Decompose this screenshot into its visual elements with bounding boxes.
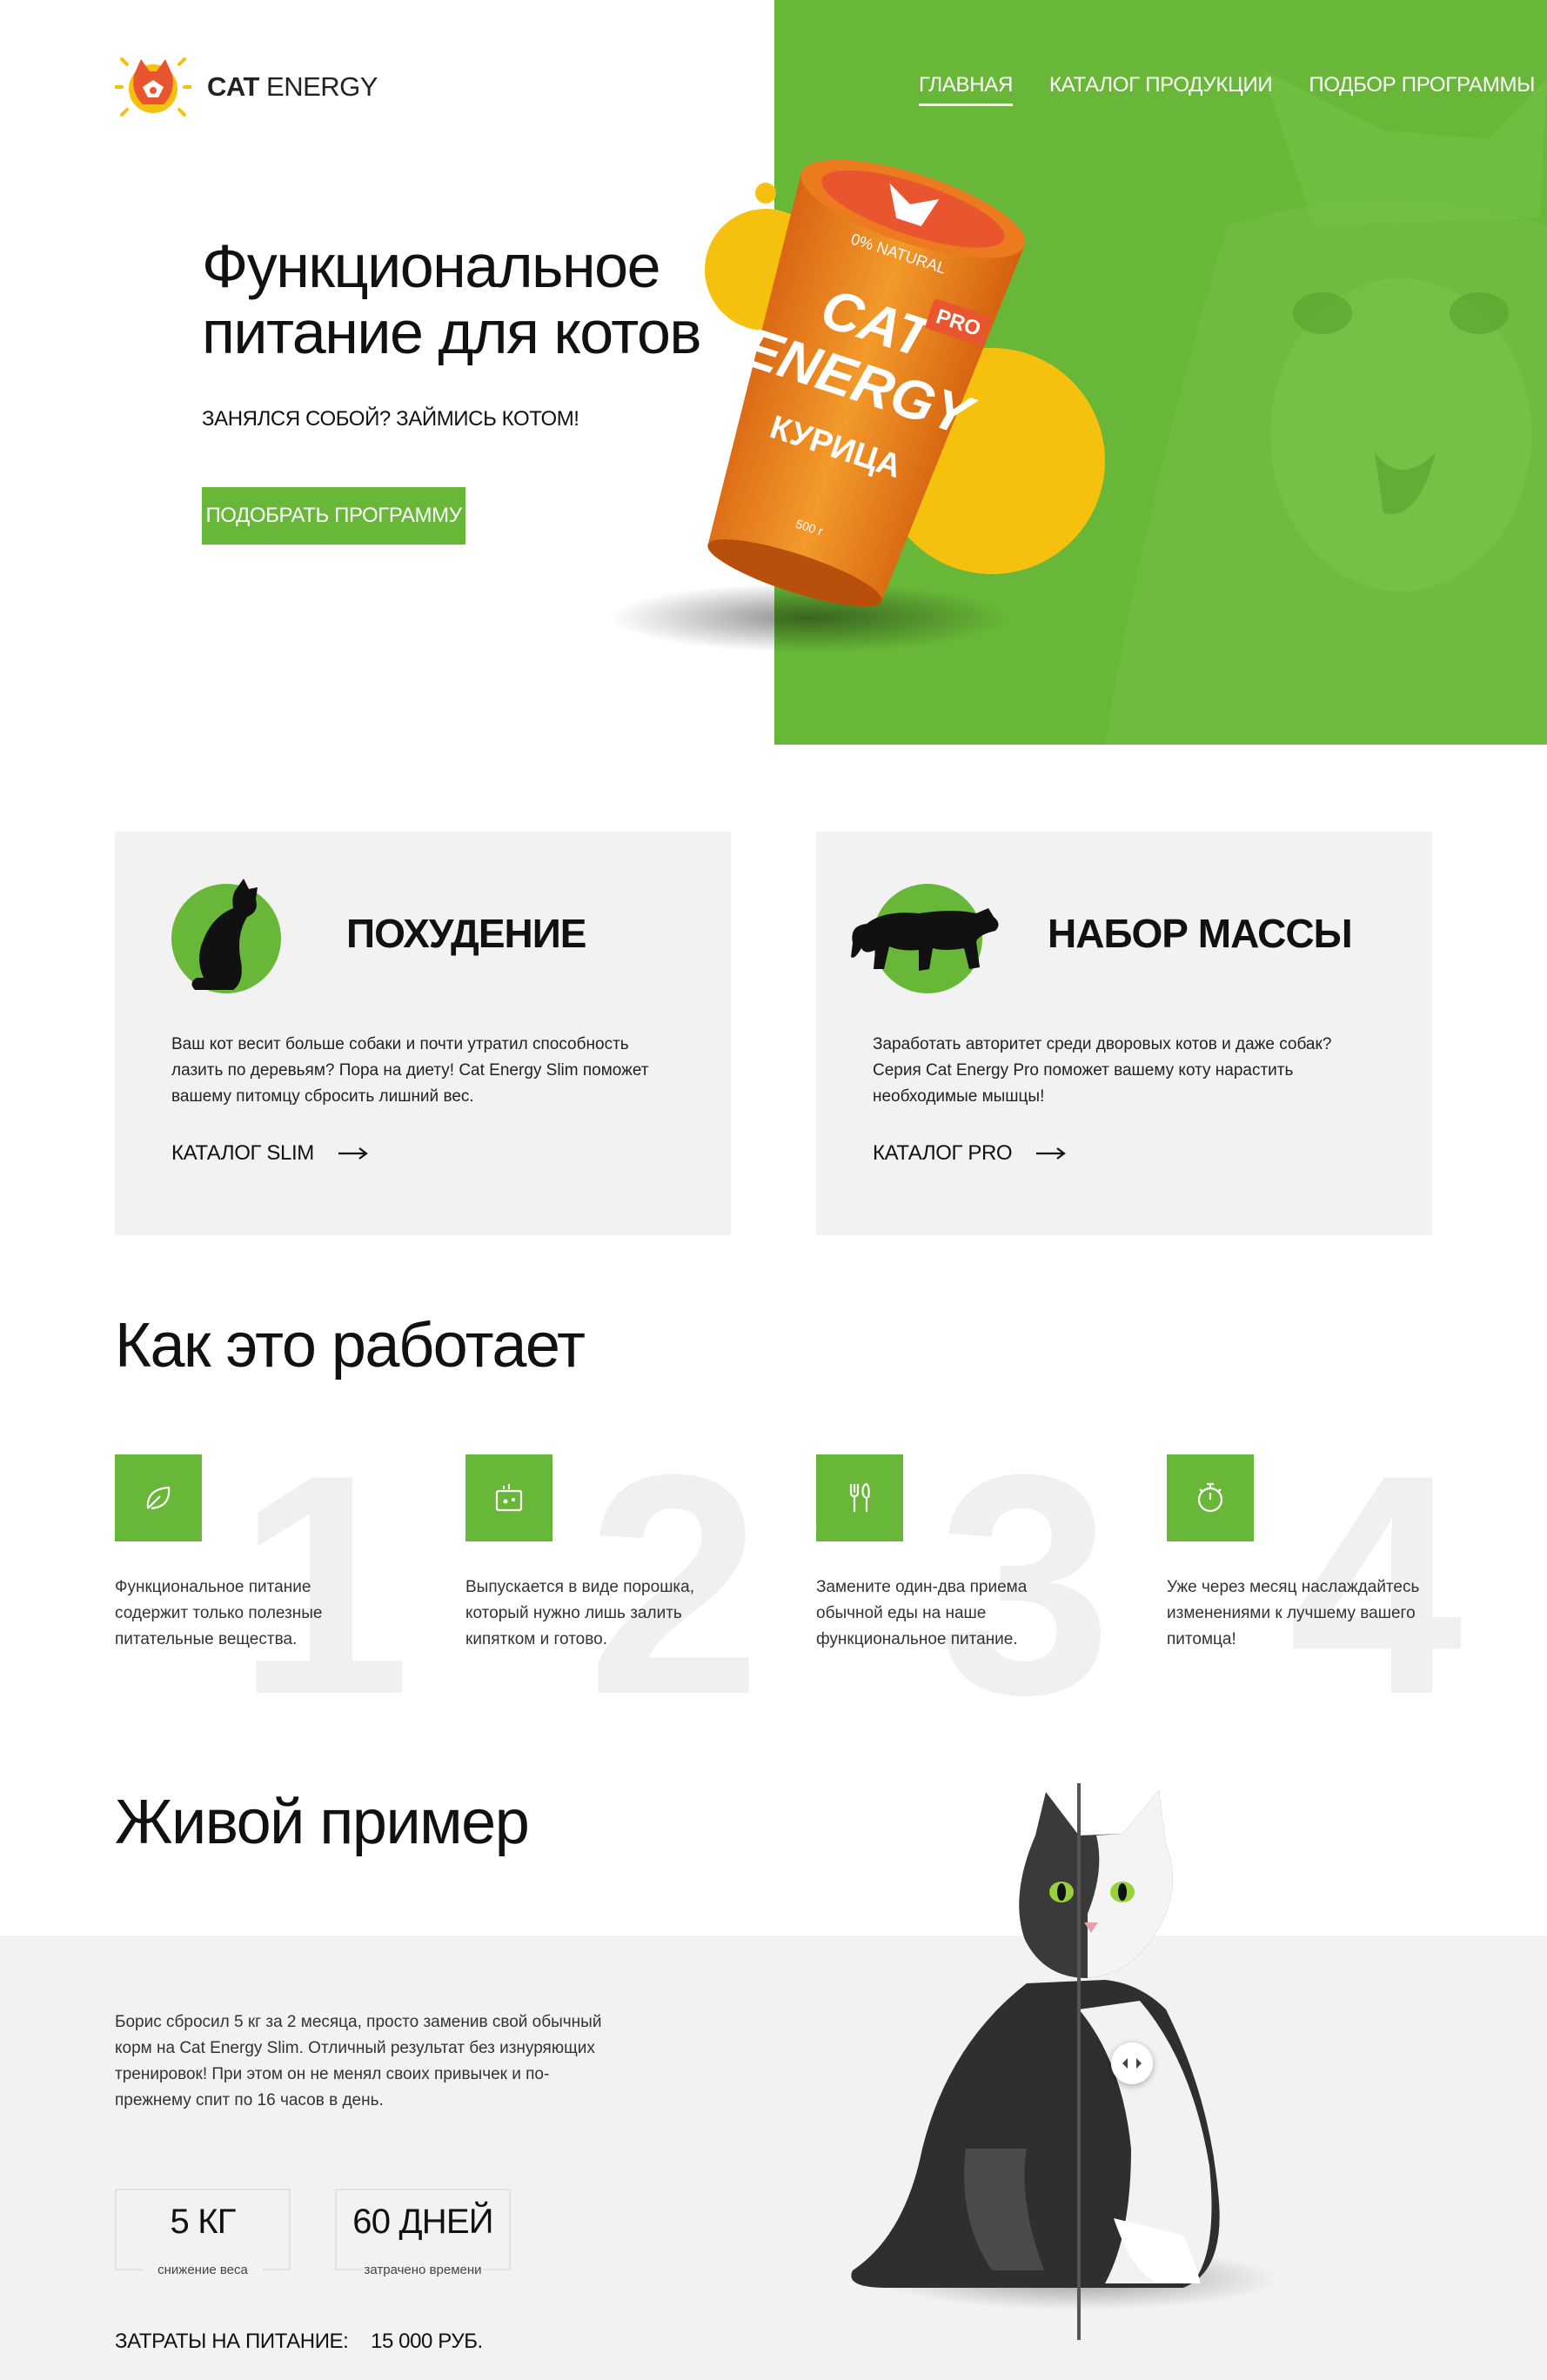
- nav-item-home[interactable]: ГЛАВНАЯ: [919, 73, 1013, 106]
- fork-spoon-icon: [816, 1454, 903, 1541]
- step-2: 2 Выпускается в виде порошка, который ну…: [465, 1428, 761, 1742]
- example-text: Борис сбросил 5 кг за 2 месяца, просто з…: [115, 2013, 602, 2109]
- hero-subtitle: ЗАНЯЛСЯ СОБОЙ? ЗАЙМИСЬ КОТОМ!: [202, 407, 579, 431]
- catalog-slim-label: КАТАЛОГ SLIM: [171, 1141, 314, 1165]
- stat-weight: 5 КГ снижение веса: [115, 2189, 291, 2277]
- catalog-pro-link[interactable]: КАТАЛОГ PRO: [873, 1141, 1067, 1166]
- cost-value: 15 000 РУБ.: [371, 2330, 483, 2353]
- step-text: Функциональное питание содержит только п…: [115, 1578, 323, 1648]
- step-1: 1 Функциональное питание содержит только…: [115, 1428, 411, 1742]
- step-text: Уже через месяц наслаждайтесь изменениям…: [1167, 1578, 1420, 1648]
- arrow-right-icon: [338, 1147, 368, 1160]
- program-text-slim: Ваш кот весит больше собаки и почти утра…: [171, 1035, 649, 1106]
- nav-item-program[interactable]: ПОДБОР ПРОГРАММЫ: [1309, 73, 1535, 106]
- product-jar-image: CAT ENERGY PRO 0% NATURAL КУРИЦА 500 г: [609, 159, 1105, 652]
- main-nav: ГЛАВНАЯ КАТАЛОГ ПРОДУКЦИИ ПОДБОР ПРОГРАМ…: [919, 73, 1535, 106]
- example-title: Живой пример: [115, 1788, 530, 1857]
- program-title-pro: НАБОР МАССЫ: [1048, 911, 1353, 956]
- stat-label: снижение веса: [143, 2263, 263, 2277]
- logo[interactable]: CAT ENERGY: [115, 54, 378, 120]
- panther-icon: [851, 908, 999, 971]
- logo-text: CAT ENERGY: [207, 71, 378, 102]
- stat-label: затрачено времени: [363, 2263, 483, 2277]
- catalog-slim-link[interactable]: КАТАЛОГ SLIM: [171, 1141, 368, 1166]
- nav-item-catalog[interactable]: КАТАЛОГ ПРОДУКЦИИ: [1049, 73, 1273, 106]
- program-text-pro: Заработать авторитет среди дворовых кото…: [873, 1035, 1332, 1106]
- program-title-slim: ПОХУДЕНИЕ: [346, 911, 586, 956]
- cat-logo-icon: [115, 57, 191, 117]
- step-text: Выпускается в виде порошка, который нужн…: [465, 1578, 695, 1648]
- how-it-works-title: Как это работает: [115, 1311, 586, 1381]
- kettle-icon: [465, 1454, 552, 1541]
- program-card-slim: ПОХУДЕНИЕ Ваш кот весит больше собаки и …: [115, 832, 731, 1235]
- comparison-slider-handle[interactable]: [1111, 2042, 1153, 2084]
- step-text: Замените один-два приема обычной еды на …: [816, 1578, 1028, 1648]
- program-card-pro: НАБОР МАССЫ Заработать авторитет среди д…: [816, 832, 1432, 1235]
- stat-value: 60 ДНЕЙ: [352, 2203, 493, 2241]
- stopwatch-icon: [1167, 1454, 1254, 1541]
- arrow-right-icon: [1036, 1147, 1067, 1160]
- stat-value: 5 КГ: [170, 2203, 236, 2241]
- step-3: 3 Замените один-два приема обычной еды н…: [816, 1428, 1112, 1742]
- catalog-pro-label: КАТАЛОГ PRO: [873, 1141, 1013, 1165]
- sitting-cat-icon: [191, 879, 258, 990]
- choose-program-button[interactable]: ПОДОБРАТЬ ПРОГРАММУ: [202, 487, 465, 545]
- before-after-cat-image: [851, 1783, 1279, 2340]
- slider-arrows-icon: [1122, 2058, 1142, 2069]
- leaf-icon: [115, 1454, 202, 1541]
- hero-title: Функциональное питание для котов: [202, 232, 702, 366]
- step-4: 4 Уже через месяц наслаждайтесь изменени…: [1167, 1428, 1463, 1742]
- stat-days: 60 ДНЕЙ затрачено времени: [335, 2189, 511, 2277]
- cost-label: ЗАТРАТЫ НА ПИТАНИЕ:: [115, 2330, 349, 2353]
